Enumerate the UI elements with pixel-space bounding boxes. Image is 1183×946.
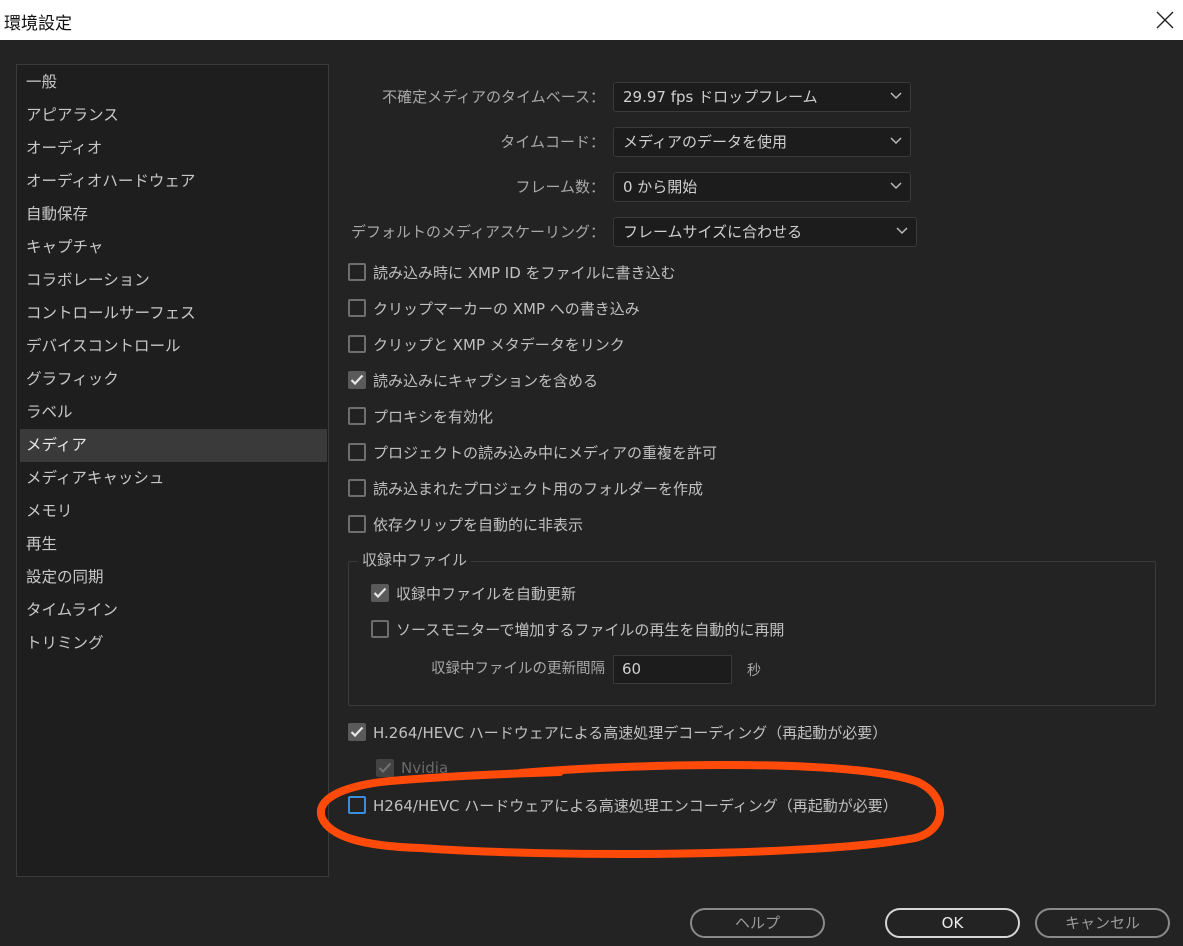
checkbox[interactable]	[371, 620, 389, 638]
frame-count-label: フレーム数：	[515, 178, 605, 196]
chevron-down-icon	[890, 182, 902, 190]
sidebar-item-capture[interactable]: キャプチャ	[20, 231, 327, 264]
option-hw-decoding[interactable]: H.264/HEVC ハードウェアによる高速処理デコーディング（再起動が必要）	[348, 720, 887, 744]
ok-button[interactable]: OK	[885, 908, 1020, 938]
sidebar-item-sync-settings[interactable]: 設定の同期	[20, 561, 327, 594]
sidebar-item-playback[interactable]: 再生	[20, 528, 327, 561]
sidebar-item-media[interactable]: メディア	[20, 429, 327, 462]
growing-files-title: 収録中ファイル	[358, 549, 472, 570]
option-label: 読み込まれたプロジェクト用のフォルダーを作成	[373, 479, 704, 498]
category-list: 一般 アピアランス オーディオ オーディオハードウェア 自動保存 キャプチャ コ…	[16, 64, 329, 877]
checkbox[interactable]	[348, 796, 366, 814]
close-icon	[1156, 11, 1174, 29]
sidebar-item-audio[interactable]: オーディオ	[20, 132, 327, 165]
timecode-value: メディアのデータを使用	[623, 133, 787, 151]
close-button[interactable]	[1149, 4, 1181, 36]
help-button[interactable]: ヘルプ	[690, 908, 825, 938]
cancel-button[interactable]: キャンセル	[1035, 908, 1170, 938]
sidebar-item-collaboration[interactable]: コラボレーション	[20, 264, 327, 297]
option-nvidia: Nvidia	[376, 756, 448, 780]
option-label: H.264/HEVC ハードウェアによる高速処理デコーディング（再起動が必要）	[373, 723, 888, 742]
checkbox[interactable]	[371, 584, 389, 602]
option-label: ソースモニターで増加するファイルの再生を自動的に再開	[396, 620, 785, 639]
sidebar-item-memory[interactable]: メモリ	[20, 495, 327, 528]
option-label: プロジェクトの読み込み中にメディアの重複を許可	[373, 443, 717, 462]
option-enable-proxies[interactable]: プロキシを有効化	[348, 404, 493, 428]
refresh-interval-unit: 秒	[747, 663, 761, 679]
option-label: Nvidia	[401, 759, 449, 777]
checkbox[interactable]	[348, 371, 366, 389]
sidebar-item-auto-save[interactable]: 自動保存	[20, 198, 327, 231]
chevron-down-icon	[890, 92, 902, 100]
checkmark-icon	[350, 374, 364, 386]
option-label: クリップと XMP メタデータをリンク	[373, 335, 625, 354]
option-link-xmp-metadata[interactable]: クリップと XMP メタデータをリンク	[348, 332, 625, 356]
checkbox[interactable]	[348, 407, 366, 425]
option-include-captions[interactable]: 読み込みにキャプションを含める	[348, 368, 598, 392]
checkbox[interactable]	[348, 479, 366, 497]
refresh-interval-input[interactable]: 60	[613, 655, 732, 684]
refresh-interval-label: 収録中ファイルの更新間隔	[431, 661, 605, 677]
option-label: H264/HEVC ハードウェアによる高速処理エンコーディング（再起動が必要）	[373, 796, 898, 815]
sidebar-item-media-cache[interactable]: メディアキャッシュ	[20, 462, 327, 495]
checkbox[interactable]	[348, 263, 366, 281]
option-label: プロキシを有効化	[373, 407, 494, 426]
sidebar-item-timeline[interactable]: タイムライン	[20, 594, 327, 627]
sidebar-item-control-surface[interactable]: コントロールサーフェス	[20, 297, 327, 330]
checkmark-icon	[350, 726, 364, 738]
sidebar-item-labels[interactable]: ラベル	[20, 396, 327, 429]
timecode-label: タイムコード：	[500, 133, 605, 151]
option-label: 読み込みにキャプションを含める	[373, 371, 599, 390]
frame-count-dropdown[interactable]: 0 から開始	[613, 172, 911, 202]
chevron-down-icon	[896, 227, 908, 235]
checkmark-icon	[378, 762, 392, 774]
scaling-label: デフォルトのメディアスケーリング：	[351, 223, 605, 241]
option-label: クリップマーカーの XMP への書き込み	[373, 299, 640, 318]
option-label: 依存クリップを自動的に非表示	[373, 515, 584, 534]
timebase-label: 不確定メディアのタイムベース：	[382, 88, 605, 106]
scaling-value: フレームサイズに合わせる	[623, 223, 803, 241]
option-hide-dependent-clips[interactable]: 依存クリップを自動的に非表示	[348, 512, 583, 536]
checkbox[interactable]	[348, 443, 366, 461]
sidebar-item-graphics[interactable]: グラフィック	[20, 363, 327, 396]
option-auto-refresh-growing[interactable]: 収録中ファイルを自動更新	[371, 581, 576, 605]
sidebar-item-audio-hardware[interactable]: オーディオハードウェア	[20, 165, 327, 198]
timebase-dropdown[interactable]: 29.97 fps ドロップフレーム	[613, 82, 911, 112]
sidebar-item-general[interactable]: 一般	[20, 66, 327, 99]
option-write-xmp-id[interactable]: 読み込み時に XMP ID をファイルに書き込む	[348, 260, 676, 284]
sidebar-item-device-control[interactable]: デバイスコントロール	[20, 330, 327, 363]
window-title: 環境設定	[4, 14, 72, 34]
timebase-value: 29.97 fps ドロップフレーム	[623, 88, 818, 106]
sidebar-item-appearance[interactable]: アピアランス	[20, 99, 327, 132]
checkmark-icon	[373, 587, 387, 599]
checkbox[interactable]	[348, 335, 366, 353]
option-hw-encoding[interactable]: H264/HEVC ハードウェアによる高速処理エンコーディング（再起動が必要）	[348, 793, 898, 817]
checkbox	[376, 759, 394, 777]
checkbox[interactable]	[348, 723, 366, 741]
checkbox[interactable]	[348, 299, 366, 317]
option-resume-playback[interactable]: ソースモニターで増加するファイルの再生を自動的に再開	[371, 617, 784, 641]
option-allow-duplicate-media[interactable]: プロジェクトの読み込み中にメディアの重複を許可	[348, 440, 717, 464]
scaling-dropdown[interactable]: フレームサイズに合わせる	[613, 217, 917, 247]
sidebar-item-trim[interactable]: トリミング	[20, 627, 327, 660]
timecode-dropdown[interactable]: メディアのデータを使用	[613, 127, 911, 157]
chevron-down-icon	[890, 137, 902, 145]
option-clip-marker-xmp[interactable]: クリップマーカーの XMP への書き込み	[348, 296, 640, 320]
title-bar: 環境設定	[0, 0, 1183, 40]
frame-count-value: 0 から開始	[623, 178, 698, 196]
option-label: 収録中ファイルを自動更新	[396, 584, 577, 603]
option-label: 読み込み時に XMP ID をファイルに書き込む	[373, 263, 676, 282]
checkbox[interactable]	[348, 515, 366, 533]
option-create-folder[interactable]: 読み込まれたプロジェクト用のフォルダーを作成	[348, 476, 703, 500]
